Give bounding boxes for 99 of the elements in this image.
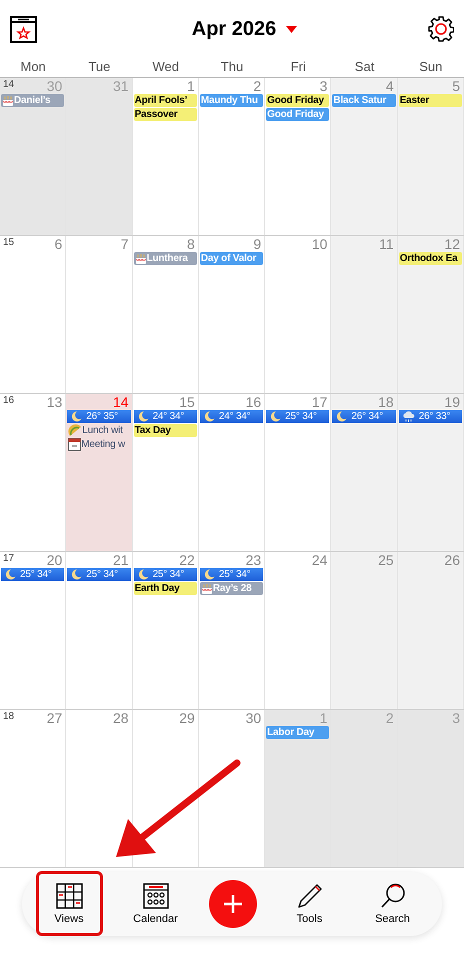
weather-forecast[interactable]: 26° 33° [398,410,462,423]
day-number: 2 [253,78,262,94]
day-number: 11 [379,236,394,252]
dropdown-caret-icon [286,26,298,32]
holiday-event[interactable]: Passover [134,108,197,121]
weather-forecast[interactable]: 25° 34° [266,410,330,423]
weather-forecast[interactable]: 26° 35° [67,410,131,423]
weekday-label: Thu [220,59,244,74]
weekday-label: Sat [354,59,374,74]
day-number: 19 [444,394,460,410]
weekday-label: Fri [290,59,306,74]
holiday-event[interactable]: Easter [398,94,462,107]
observance-event[interactable]: Day of Valor [200,252,264,265]
week-number: 18 [3,710,14,724]
day-number: 23 [246,552,262,568]
holiday-event[interactable]: Tax Day [134,424,197,437]
birthday-event[interactable]: Lunthera [134,252,197,265]
day-number: 13 [46,394,62,410]
week-number: 14 [3,78,14,92]
moon-icon [204,411,215,422]
moon-icon [71,411,82,422]
day-number: 4 [386,78,394,94]
moon-icon [204,569,215,580]
weekday-label: Mon [20,59,46,74]
holiday-event[interactable]: April Fools’ [134,94,197,107]
day-number: 9 [253,236,262,252]
birthday-event[interactable]: Daniel’s [1,94,64,107]
day-number: 27 [46,710,62,726]
observance-event[interactable]: Labor Day [266,726,330,739]
day-number: 7 [120,236,129,252]
cake-icon [2,94,14,106]
day-number: 24 [312,552,328,568]
calendar-icon [68,438,82,451]
weather-forecast[interactable]: 25° 34° [200,568,264,581]
day-number: 18 [378,394,394,410]
day-number: 3 [320,78,328,94]
grid-icon [56,882,82,908]
search-tab[interactable]: Search [362,883,422,925]
day-number: 15 [179,394,195,410]
weather-forecast[interactable]: 26° 34° [332,410,396,423]
day-number: 14 [112,394,129,410]
day-number: 28 [112,710,129,726]
views-tab[interactable]: Views [39,882,99,924]
day-number: 16 [246,394,262,410]
day-number: 20 [46,552,62,568]
day-number: 8 [187,236,195,252]
day-number: 10 [312,236,328,252]
observance-event[interactable]: Black Satur [332,94,396,107]
appointment-event[interactable]: Lunch wit [67,424,131,437]
observance-event[interactable]: Good Friday [266,108,330,121]
weather-forecast[interactable]: 24° 34° [134,410,197,423]
moon-icon [336,411,348,422]
weekday-label: Wed [152,59,179,74]
day-number: 1 [187,78,195,94]
moon-icon [138,569,149,580]
day-number: 31 [112,78,129,94]
holiday-event[interactable]: Earth Day [134,582,197,595]
weather-forecast[interactable]: 24° 34° [200,410,264,423]
weekday-label: Tue [88,59,110,74]
day-number: 2 [386,710,394,726]
day-number: 26 [444,552,460,568]
pencil-icon [296,883,322,909]
day-number: 21 [112,552,129,568]
weather-forecast[interactable]: 25° 34° [134,568,197,581]
plus-icon [222,894,242,914]
holiday-event[interactable]: Good Friday [266,94,330,107]
tools-tab[interactable]: Tools [280,883,340,925]
week-number: 15 [3,236,14,250]
taco-icon [68,424,82,437]
weather-forecast[interactable]: 25° 34° [67,568,131,581]
weather-forecast[interactable]: 25° 34° [1,568,64,581]
day-number: 1 [320,710,328,726]
month-title[interactable]: Apr 2026 [192,14,298,44]
weekday-label: Sun [419,59,442,74]
observance-event[interactable]: Maundy Thu [200,94,264,107]
moon-icon [5,569,16,580]
search-icon [380,883,406,909]
day-number: 29 [179,710,195,726]
day-number: 22 [179,552,195,568]
day-number: 6 [54,236,62,252]
holiday-event[interactable]: Orthodox Ea [398,252,462,265]
calendar-tab[interactable]: Calendar [126,883,186,925]
appointment-event[interactable]: Meeting w [67,438,131,451]
rain-cloud-icon [402,410,415,422]
day-number: 3 [452,710,460,726]
moon-icon [270,411,282,422]
birthday-event[interactable]: Ray’s 28 [200,582,264,595]
moon-icon [138,411,149,422]
week-number: 17 [3,552,14,566]
day-number: 5 [452,78,460,94]
day-number: 30 [246,710,262,726]
settings-icon[interactable] [428,16,454,42]
moon-icon [71,569,82,580]
week-number: 16 [3,394,14,408]
day-number: 30 [46,78,62,94]
day-number: 25 [378,552,394,568]
day-number: 12 [444,236,460,252]
day-number: 17 [312,394,328,410]
calendar-icon [142,883,168,909]
